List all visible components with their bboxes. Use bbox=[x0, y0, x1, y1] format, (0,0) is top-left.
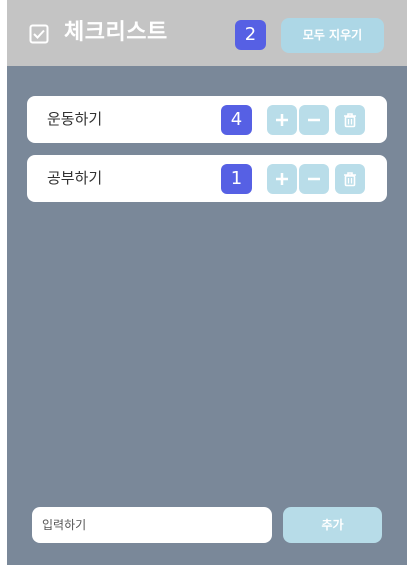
input-placeholder: 입력하기 bbox=[42, 518, 87, 532]
plus-icon bbox=[276, 173, 288, 185]
minus-icon bbox=[308, 118, 320, 122]
increment-button[interactable] bbox=[267, 105, 297, 135]
list-item: 공부하기 1 bbox=[27, 155, 387, 202]
plus-icon bbox=[276, 114, 288, 126]
increment-button[interactable] bbox=[267, 164, 297, 194]
delete-button[interactable] bbox=[335, 164, 365, 194]
item-count-badge: 4 bbox=[221, 105, 252, 135]
clear-all-button[interactable]: 모두 지우기 bbox=[281, 18, 384, 53]
minus-icon bbox=[308, 177, 320, 181]
item-count-badge: 1 bbox=[221, 164, 252, 194]
trash-icon bbox=[344, 113, 356, 128]
trash-icon bbox=[344, 172, 356, 187]
app-header: 체크리스트 2 모두 지우기 bbox=[7, 0, 407, 66]
list-item: 운동하기 4 bbox=[27, 96, 387, 143]
decrement-button[interactable] bbox=[299, 105, 329, 135]
delete-button[interactable] bbox=[335, 105, 365, 135]
item-label: 공부하기 bbox=[47, 169, 103, 187]
item-label: 운동하기 bbox=[47, 110, 103, 128]
page-title: 체크리스트 bbox=[64, 20, 168, 45]
checkbox-checked-icon bbox=[29, 24, 49, 44]
checklist-app: 체크리스트 2 모두 지우기 운동하기 4 공부하기 1 입력하기 추가 bbox=[7, 0, 407, 565]
new-item-input[interactable]: 입력하기 bbox=[32, 507, 272, 543]
decrement-button[interactable] bbox=[299, 164, 329, 194]
total-count-badge: 2 bbox=[235, 20, 266, 50]
add-button[interactable]: 추가 bbox=[283, 507, 382, 543]
